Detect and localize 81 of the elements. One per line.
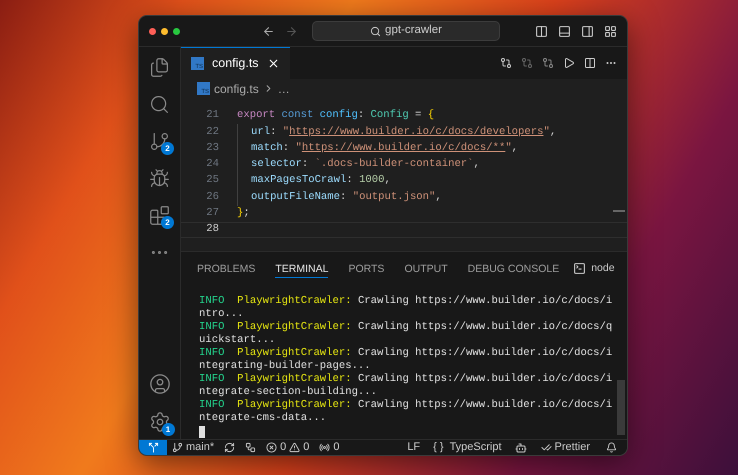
sync-icon [224,442,236,453]
branch-icon[interactable] [149,131,170,152]
panel-tab[interactable]: PROBLEMS [197,260,256,278]
terminal-line: INFO PlaywrightCrawler: Crawling https://www.builder.io/c/docs/integrate-cms-data... [199,399,614,425]
prettier-button[interactable]: Prettier [534,440,596,455]
zoom-window-button[interactable] [173,28,180,34]
back-arrow-icon[interactable] [262,24,275,38]
change-icon[interactable] [521,57,533,69]
terminal-name[interactable]: node [591,260,615,276]
count-badge: 2 [161,142,174,155]
line-number: 23 [205,140,219,156]
panel-tab[interactable]: TERMINAL [275,260,328,278]
close-window-button[interactable] [149,28,156,34]
terminal-cursor [199,426,205,438]
code-line: url: "https://www.builder.io/c/docs/developers", [251,124,556,140]
account-icon[interactable] [148,373,170,395]
run-icon[interactable] [563,57,575,69]
line-number: 28 [205,222,219,238]
branch-icon [172,442,183,453]
settings-icon[interactable] [148,411,170,433]
scrollbar-thumb[interactable] [617,380,625,435]
previous-change-icon[interactable] [500,57,512,69]
code-line: maxPagesToCrawl: 1000, [251,173,391,188]
line-number: 25 [205,173,219,188]
breadcrumb-file[interactable]: config.ts [214,80,259,98]
split-editor-icon[interactable] [584,57,596,69]
warning-count: 0 [303,440,310,455]
count-badge: 2 [161,216,174,229]
error-icon [266,442,278,453]
code-line: selector: `.docs-builder-container`, [251,157,480,172]
close-icon[interactable] [267,57,280,70]
panel-toggle-icon[interactable] [558,24,571,38]
line-number: 22 [205,124,219,140]
terminal-line: INFO PlaywrightCrawler: Crawling https://www.builder.io/c/docs/integrate-section-building... [199,373,614,399]
code-line: outputFileName: "output.json", [251,190,442,205]
search-icon [370,26,382,36]
minimize-window-button[interactable] [161,28,168,34]
forward-arrow-icon[interactable] [285,24,298,38]
terminal-icon [573,262,586,275]
line-number: 21 [205,108,219,124]
layout-icon[interactable] [604,24,617,38]
breadcrumb-more[interactable]: … [278,80,290,98]
command-search-field[interactable]: gpt-crawler [312,21,500,41]
code-line: export const config: Config = { [237,108,434,124]
problems-button[interactable]: 0 0 [261,440,314,455]
remote-button[interactable] [139,440,167,455]
bug-icon[interactable] [149,168,170,189]
branch-button[interactable]: main* [167,440,220,455]
sidebar-toggle-icon[interactable] [535,24,548,38]
language-button[interactable]: { } TypeScript [428,440,507,455]
panel-tab[interactable]: OUTPUT [404,260,448,278]
line-number: 26 [205,190,219,205]
tab-label: config.ts [212,55,259,72]
bell-icon [606,442,617,453]
code-line: match: "https://www.builder.io/c/docs/**", [251,140,518,156]
antenna-icon [319,442,330,453]
language-label: TypeScript [450,440,502,455]
panel-tab[interactable]: DEBUG CONSOLE [468,260,560,278]
braces-glyph: { } [433,440,444,455]
blocks-icon[interactable] [149,205,170,226]
double-check-icon [540,442,552,453]
panel-tab[interactable]: PORTS [348,260,384,278]
ports-button[interactable]: 0 [314,440,344,455]
code-line: }; [237,206,250,221]
line-number: 24 [205,157,219,172]
next-change-icon[interactable] [542,57,554,69]
remote-icon [148,442,158,453]
line-number: 27 [205,206,219,221]
terminal-line: INFO PlaywrightCrawler: Crawling https://www.builder.io/c/docs/integrating-builder-pages... [199,347,614,373]
graph-icon [245,442,256,453]
warning-icon [289,442,300,453]
search-icon[interactable] [149,94,170,115]
search-label: gpt-crawler [385,23,442,38]
robot-icon [514,442,527,454]
line-ending-button[interactable]: LF [399,440,428,455]
files-icon[interactable] [149,57,170,78]
secondary-sidebar-icon[interactable] [581,24,594,38]
terminal-line: INFO PlaywrightCrawler: Crawling https://www.builder.io/c/docs/intro... [199,295,614,321]
error-count: 0 [280,440,286,455]
count-badge: 1 [162,423,174,436]
terminal-line: INFO PlaywrightCrawler: Crawling https://www.builder.io/c/docs/quickstart... [199,321,614,347]
